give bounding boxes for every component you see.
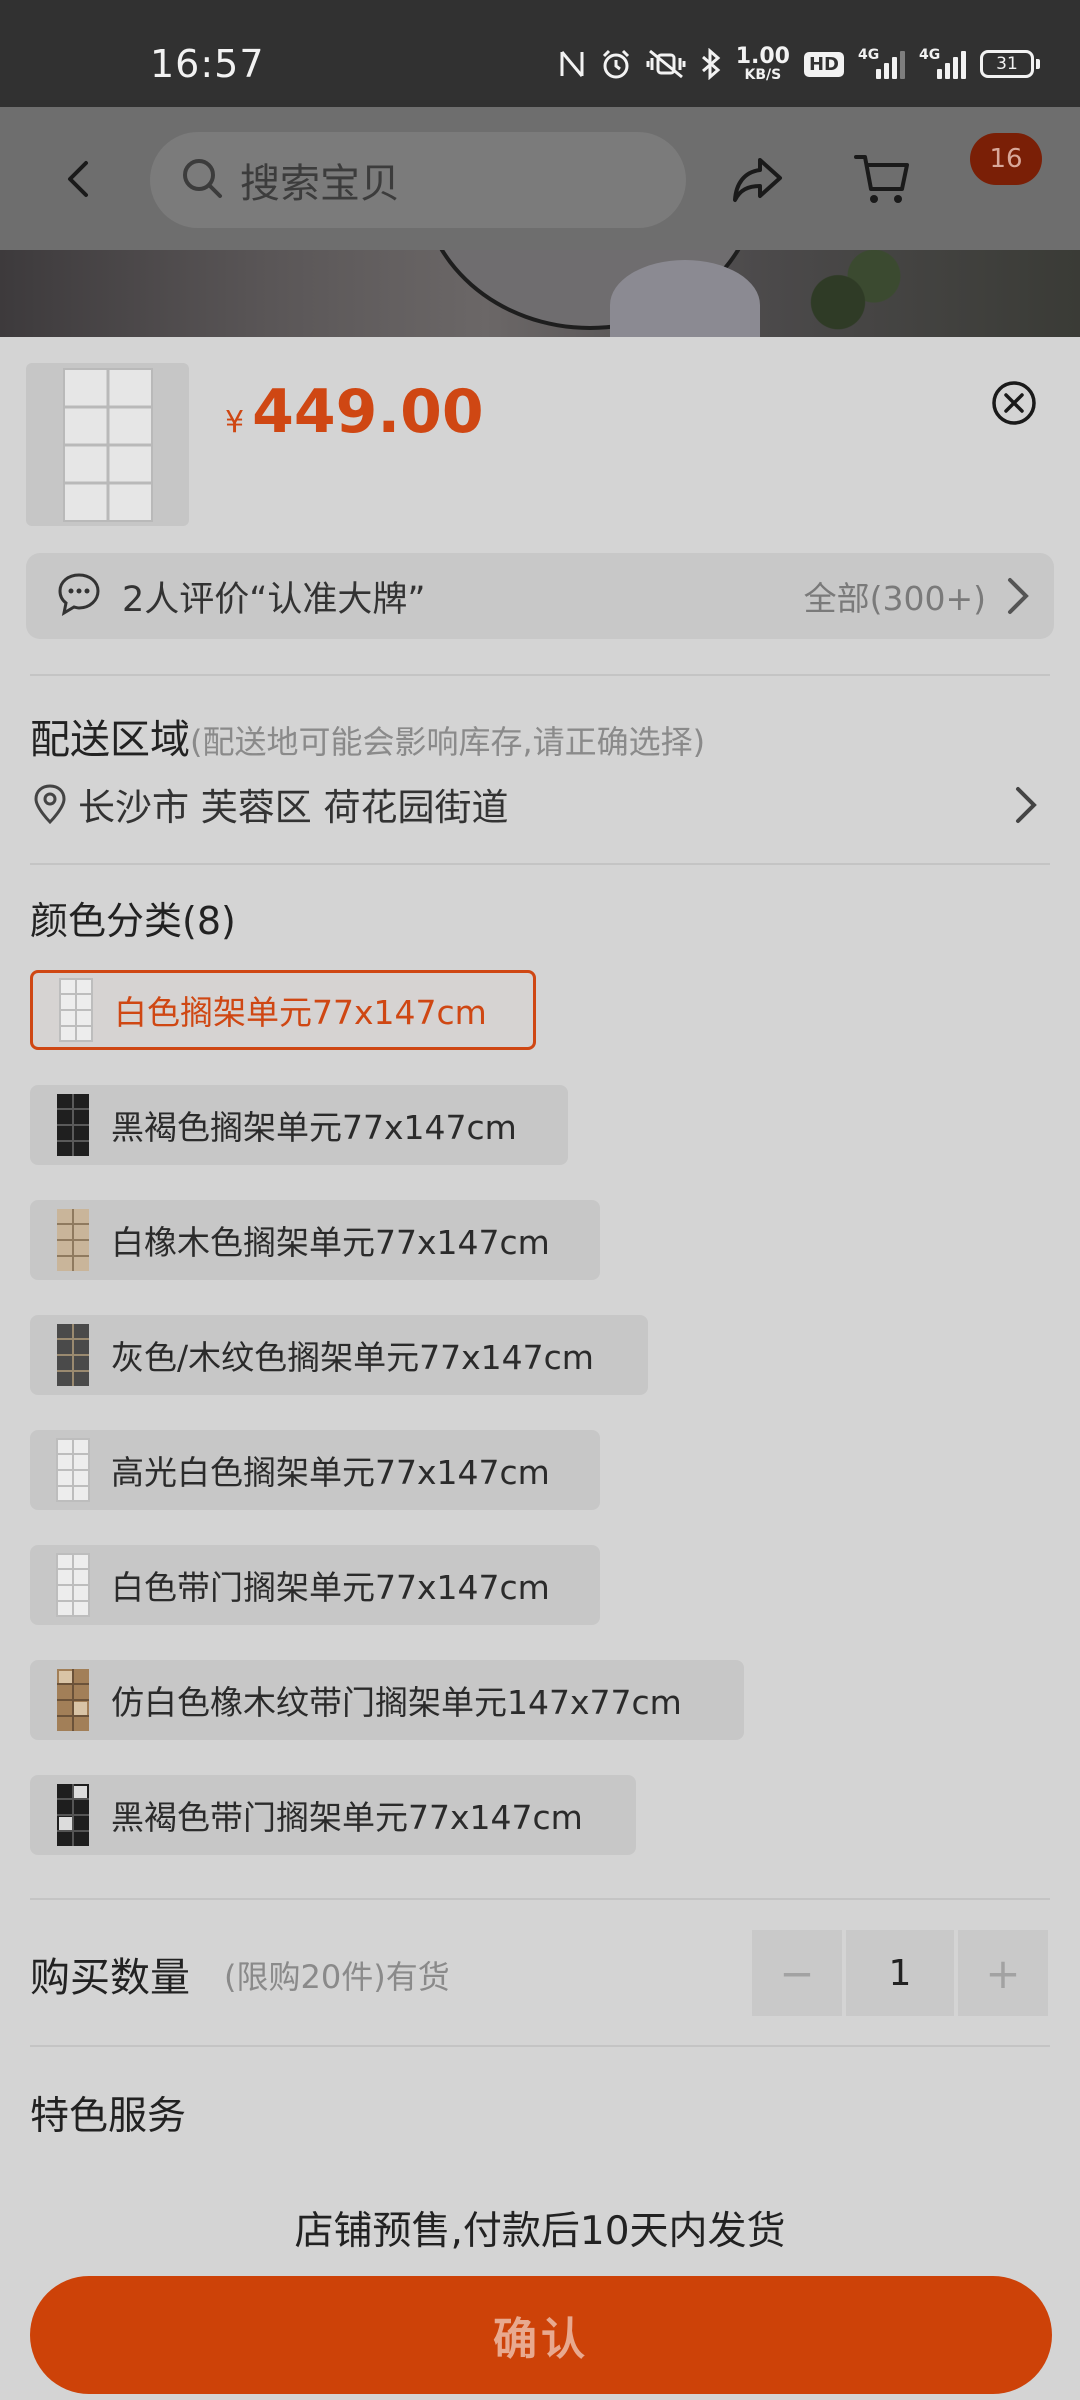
- network-speed: 1.00 KB/S: [735, 44, 790, 83]
- price-currency: ¥: [225, 405, 245, 440]
- color-option[interactable]: 仿白色橡木纹带门搁架单元147x77cm: [30, 1660, 744, 1740]
- divider: [30, 863, 1050, 865]
- price-value: 449.00: [252, 377, 484, 447]
- color-option[interactable]: 白橡木色搁架单元77x147cm: [30, 1200, 600, 1280]
- cart-badge: 16: [970, 133, 1042, 185]
- color-option-thumbnail: [58, 977, 94, 1043]
- color-option-label: 高光白色搁架单元77x147cm: [111, 1453, 550, 1492]
- divider: [30, 674, 1050, 676]
- review-summary[interactable]: 2人评价“认准大牌” 全部(300+): [26, 553, 1054, 639]
- color-option-thumbnail: [55, 1782, 91, 1848]
- product-thumbnail[interactable]: [26, 363, 189, 526]
- increase-button[interactable]: +: [958, 1930, 1048, 2016]
- status-time: 16:57: [150, 42, 265, 86]
- color-option-label: 黑褐色带门搁架单元77x147cm: [111, 1798, 583, 1837]
- delivery-section-title: 配送区域(配送地可能会影响库存,请正确选择): [30, 707, 705, 765]
- color-section-title: 颜色分类(8): [30, 899, 236, 943]
- color-option-thumbnail: [55, 1207, 91, 1273]
- signal-2-label: 4G: [919, 47, 941, 63]
- top-nav: 搜索宝贝 16: [0, 107, 1080, 250]
- mute-vibrate-icon: [646, 49, 686, 79]
- delivery-address-text: 长沙市 芙蓉区 荷花园街道: [78, 786, 509, 829]
- color-option-label: 黑褐色搁架单元77x147cm: [111, 1108, 517, 1147]
- signal-icon-1: 4G: [858, 47, 905, 79]
- service-section-title: 特色服务: [30, 2094, 187, 2139]
- color-option-thumbnail: [55, 1552, 91, 1618]
- network-speed-unit: KB/S: [744, 67, 782, 83]
- color-option[interactable]: 白色带门搁架单元77x147cm: [30, 1545, 600, 1625]
- color-option-thumbnail: [55, 1437, 91, 1503]
- product-photo: [0, 250, 1080, 337]
- close-icon[interactable]: [990, 379, 1038, 427]
- battery-level: 31: [980, 50, 1034, 78]
- decrease-button[interactable]: −: [752, 1930, 842, 2016]
- chevron-right-icon[interactable]: [1006, 783, 1046, 827]
- share-icon[interactable]: [730, 152, 786, 208]
- alarm-icon: [600, 48, 632, 80]
- chevron-right-icon: [998, 575, 1038, 617]
- network-speed-value: 1.00: [735, 44, 790, 69]
- battery-icon: 31: [980, 50, 1040, 78]
- color-option[interactable]: 高光白色搁架单元77x147cm: [30, 1430, 600, 1510]
- signal-1-label: 4G: [858, 47, 880, 63]
- delivery-title: 配送区域: [30, 717, 190, 763]
- color-option-thumbnail: [55, 1092, 91, 1158]
- screen: 16:57 1.00 KB/S HD 4G 4G 31 搜索宝贝 16 ¥ 44…: [0, 0, 1080, 2400]
- nfc-icon: [558, 48, 586, 80]
- hd-icon: HD: [803, 51, 844, 77]
- all-reviews-link[interactable]: 全部(300+): [804, 572, 986, 620]
- color-option-thumbnail: [55, 1667, 91, 1733]
- bluetooth-icon: [700, 48, 722, 80]
- delivery-address[interactable]: 长沙市 芙蓉区 荷花园街道: [30, 777, 509, 831]
- product-price: ¥ 449.00: [225, 377, 484, 447]
- review-summary-text: 2人评价“认准大牌”: [122, 579, 426, 620]
- quantity-stepper: − 1 +: [752, 1930, 1048, 2016]
- delivery-note: (配送地可能会影响库存,请正确选择): [190, 723, 706, 761]
- status-bar: 16:57 1.00 KB/S HD 4G 4G 31: [0, 0, 1080, 107]
- color-option-thumbnail: [55, 1322, 91, 1388]
- divider: [30, 1898, 1050, 1900]
- color-option-label: 白橡木色搁架单元77x147cm: [111, 1223, 550, 1262]
- cart-icon[interactable]: [852, 149, 912, 209]
- chat-bubble-icon: [56, 571, 102, 621]
- confirm-button[interactable]: 确认: [30, 2276, 1052, 2394]
- color-option-label: 灰色/木纹色搁架单元77x147cm: [111, 1338, 594, 1377]
- divider: [30, 2045, 1050, 2047]
- location-pin-icon: [30, 782, 70, 826]
- quantity-note: (限购20件)有货: [224, 1958, 450, 1996]
- color-option[interactable]: 黑褐色搁架单元77x147cm: [30, 1085, 568, 1165]
- color-option-label: 仿白色橡木纹带门搁架单元147x77cm: [111, 1683, 682, 1722]
- back-icon[interactable]: [56, 155, 104, 203]
- search-placeholder: 搜索宝贝: [240, 161, 400, 207]
- color-option[interactable]: 灰色/木纹色搁架单元77x147cm: [30, 1315, 648, 1395]
- color-option-label: 白色带门搁架单元77x147cm: [111, 1568, 550, 1607]
- search-input[interactable]: 搜索宝贝: [150, 132, 686, 228]
- status-icons: 1.00 KB/S HD 4G 4G 31: [558, 44, 1040, 84]
- color-option[interactable]: 白色搁架单元77x147cm: [30, 970, 536, 1050]
- color-option-label: 白色搁架单元77x147cm: [114, 993, 487, 1032]
- quantity-label: 购买数量: [30, 1955, 190, 2001]
- signal-icon-2: 4G: [919, 47, 966, 79]
- presale-notice: 店铺预售,付款后10天内发货: [294, 2209, 786, 2254]
- quantity-value[interactable]: 1: [846, 1930, 954, 2016]
- sku-sheet: ¥ 449.00 2人评价“认准大牌” 全部(300+) 配送区域(配送地可能会…: [0, 337, 1080, 2400]
- color-option[interactable]: 黑褐色带门搁架单元77x147cm: [30, 1775, 636, 1855]
- search-icon: [180, 156, 224, 204]
